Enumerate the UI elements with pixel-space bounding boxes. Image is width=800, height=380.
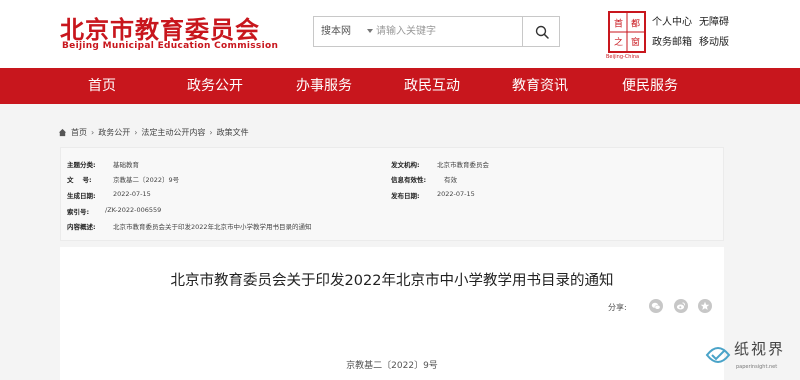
- meta-value-summary: 北京市教育委员会关于印发2022年北京市中小学教学用书目录的通知: [113, 223, 312, 231]
- weibo-icon[interactable]: [674, 299, 688, 313]
- meta-label-summary: 内容概述:: [67, 223, 96, 231]
- emblem-char-2: 都: [631, 19, 640, 30]
- nav-item-edu-news[interactable]: 教育资讯: [500, 68, 580, 104]
- meta-label-category: 主题分类:: [67, 161, 96, 169]
- capital-window-emblem: 首 都 之 窗: [610, 13, 644, 51]
- breadcrumb-gov-affairs[interactable]: 政务公开: [98, 127, 130, 138]
- meta-label-validity: 信息有效性:: [391, 176, 427, 184]
- mobile-version-link[interactable]: 移动版: [699, 33, 729, 48]
- star-glyph: [700, 301, 710, 310]
- accessibility-link[interactable]: 无障碍: [699, 13, 729, 28]
- chevron-right-icon: ›: [91, 128, 95, 137]
- meta-label-issuer: 发文机构:: [391, 161, 420, 169]
- chevron-right-icon: ›: [209, 128, 213, 137]
- star-icon[interactable]: [698, 299, 712, 313]
- capital-window-logo[interactable]: 首 都 之 窗: [608, 11, 646, 53]
- share-label: 分享:: [608, 303, 627, 312]
- search-bar: 搜本网: [313, 16, 560, 47]
- meta-label-publish-date: 发布日期:: [391, 192, 420, 200]
- breadcrumb-policy-docs[interactable]: 政策文件: [217, 127, 249, 138]
- paperinsight-logo-icon: [705, 347, 731, 363]
- emblem-char-3: 之: [614, 36, 623, 48]
- emblem-char-4: 窗: [631, 36, 640, 48]
- nav-item-gov-affairs[interactable]: 政务公开: [175, 68, 255, 104]
- search-icon: [535, 25, 549, 39]
- main-nav: 首页 政务公开 办事服务 政民互动 教育资讯 便民服务: [0, 68, 800, 104]
- nav-item-home[interactable]: 首页: [72, 68, 132, 104]
- search-scope-select[interactable]: 搜本网: [321, 17, 351, 46]
- caret-down-icon[interactable]: [367, 29, 373, 33]
- site-header: 北京市教育委员会 Beijing Municipal Education Com…: [0, 0, 800, 68]
- watermark-title: 纸视界: [734, 340, 786, 358]
- breadcrumb-home[interactable]: 首页: [71, 127, 87, 138]
- personal-center-link[interactable]: 个人中心: [652, 13, 692, 28]
- home-icon[interactable]: [58, 128, 67, 137]
- document-metadata: 主题分类: 基础教育 文 号: 京教基二〔2022〕9号 生成日期: 2022-…: [60, 147, 724, 241]
- meta-value-created-date: 2022-07-15: [113, 190, 151, 198]
- wechat-icon[interactable]: [649, 299, 663, 313]
- search-button[interactable]: [522, 17, 560, 46]
- document-content: 北京市教育委员会关于印发2022年北京市中小学教学用书目录的通知 分享: 京教基…: [60, 247, 724, 380]
- emblem-char-1: 首: [614, 18, 623, 30]
- wechat-glyph: [651, 302, 661, 310]
- emblem-caption: Beijing-China: [606, 54, 640, 60]
- chevron-right-icon: ›: [134, 128, 138, 137]
- meta-value-publish-date: 2022-07-15: [437, 190, 475, 198]
- meta-value-doc-number: 京教基二〔2022〕9号: [113, 176, 180, 184]
- meta-value-index: /ZK-2022-006559: [105, 206, 162, 214]
- document-title: 北京市教育委员会关于印发2022年北京市中小学教学用书目录的通知: [170, 273, 614, 289]
- meta-label-created-date: 生成日期:: [67, 192, 96, 200]
- breadcrumb-public-content[interactable]: 法定主动公开内容: [141, 127, 205, 138]
- nav-item-interaction[interactable]: 政民互动: [392, 68, 472, 104]
- gov-mail-link[interactable]: 政务邮箱: [652, 33, 692, 48]
- meta-value-validity: 有效: [444, 176, 457, 184]
- site-subtitle: Beijing Municipal Education Commission: [62, 41, 279, 51]
- watermark-url: paperinsight.net: [736, 364, 778, 370]
- search-input[interactable]: [376, 21, 516, 42]
- site-title[interactable]: 北京市教育委员会: [60, 10, 260, 45]
- meta-label-index: 索引号:: [67, 208, 90, 216]
- meta-label-doc-number: 文 号:: [67, 176, 92, 184]
- paperinsight-watermark: 纸视界 paperinsight.net: [696, 334, 800, 380]
- weibo-glyph: [676, 302, 686, 310]
- meta-value-issuer: 北京市教育委员会: [437, 161, 489, 169]
- document-number: 京教基二〔2022〕9号: [346, 361, 438, 371]
- nav-item-public-services[interactable]: 便民服务: [610, 68, 690, 104]
- nav-item-services[interactable]: 办事服务: [284, 68, 364, 104]
- meta-value-category: 基础教育: [113, 161, 139, 169]
- breadcrumb: 首页 › 政务公开 › 法定主动公开内容 › 政策文件: [58, 127, 249, 138]
